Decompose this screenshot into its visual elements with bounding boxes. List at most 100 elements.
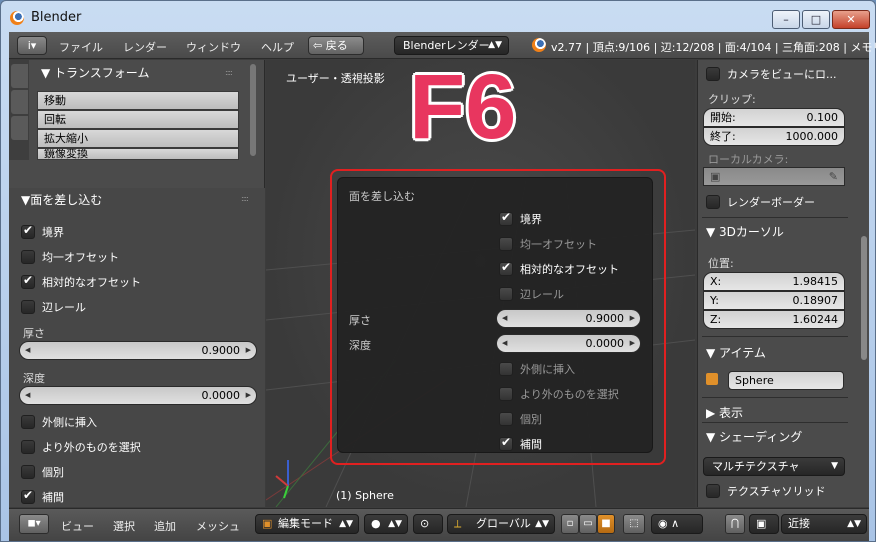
close-button[interactable]: ✕ [832,10,870,29]
maximize-button[interactable]: □ [802,10,830,29]
individual-checkbox[interactable]: 個別 [21,464,64,480]
render-border-checkbox[interactable]: レンダーボーダー [706,194,815,210]
updown-arrow-icon: ▲▼ [388,519,402,529]
lock-camera-checkbox[interactable]: カメラをビューにロ... [706,66,837,82]
minimize-button[interactable]: – [772,10,800,29]
menu-select[interactable]: 選択 [113,518,135,534]
drag-grip-icon[interactable]: :::: [241,194,249,203]
item-panel-header[interactable]: ▼ アイテム [706,344,766,361]
shading-mode-select[interactable]: マルチテクスチャ ▼ [703,457,845,476]
render-engine-select[interactable]: Blenderレンダー ▲▼ [394,36,509,55]
popup-even-offset-checkbox[interactable]: 均一オフセット [499,236,597,252]
menu-render[interactable]: レンダー [123,39,167,55]
render-engine-label: Blenderレンダー [403,39,490,52]
texture-solid-checkbox[interactable]: テクスチャソリッド [706,483,826,499]
transform-panel-header[interactable]: ▼ トランスフォーム [41,64,149,81]
outset-checkbox[interactable]: 外側に挿入 [21,414,97,430]
checkbox-label: 均一オフセット [42,251,119,264]
menu-help[interactable]: ヘルプ [261,39,294,55]
popup-individual-checkbox[interactable]: 個別 [499,411,542,427]
separator [702,422,848,423]
viewport-shading-select[interactable]: ● ▲▼ [364,514,408,534]
local-camera-field[interactable]: ▣ ✎ [703,167,845,186]
menu-add[interactable]: 追加 [154,518,176,534]
clip-start-field[interactable]: 開始: 0.100 [703,108,845,127]
even-offset-checkbox[interactable]: 均一オフセット [21,249,119,265]
popup-thickness-field[interactable]: 0.9000 [496,309,641,328]
shelf-tab-create[interactable] [11,90,28,114]
translate-button[interactable]: 移動 [37,91,239,110]
mirror-button[interactable]: 鏡像変換 [37,148,239,160]
checkbox-label: 個別 [42,466,64,479]
editor-type-button[interactable]: ◼▾ [19,514,49,534]
cursor-z-field[interactable]: Z: 1.60244 [703,310,845,329]
field-label: X: [710,275,722,288]
snap-target-select[interactable]: 近接 ▲▼ [781,514,867,534]
popup-depth-field[interactable]: 0.0000 [496,334,641,353]
operator-panel-header[interactable]: ▼面を差し込む [21,191,102,208]
menu-file[interactable]: ファイル [59,39,103,55]
back-button[interactable]: ⇦ 戻る [308,36,364,55]
cursor-x-field[interactable]: X: 1.98415 [703,272,845,291]
checkbox-icon [499,210,513,226]
select-outer-checkbox[interactable]: より外のものを選択 [21,439,141,455]
mode-select[interactable]: ▣ 編集モード ▲▼ [255,514,359,534]
edge-select-button[interactable]: ▭ [579,514,597,534]
3d-viewport[interactable]: ユーザー・透視投影 F6 面を差し込む 境界 均一オフセット 相対的なオフセット… [266,60,695,507]
thickness-field[interactable]: 0.9000 [19,341,257,360]
face-select-button[interactable]: ■ [597,514,615,534]
manipulator-icon: ⟂ [454,517,462,530]
field-value: 1000.000 [785,130,839,143]
popup-edge-rail-checkbox[interactable]: 辺レール [499,286,564,302]
rotate-button[interactable]: 回転 [37,110,239,129]
properties-region: カメラをビューにロ... クリップ: 開始: 0.100 終了: 1000.000 … [697,60,869,507]
field-label: Y: [710,294,719,307]
shelf-tab-tools[interactable] [11,64,28,88]
transform-orientation-select[interactable]: ⟂ グローバル ▲▼ [447,514,555,534]
checkbox-label: 外側に挿入 [42,416,97,429]
properties-scrollbar[interactable] [861,236,867,360]
field-value: 0.100 [806,111,839,124]
edge-rail-checkbox[interactable]: 辺レール [21,299,86,315]
popup-interpolate-checkbox[interactable]: 補間 [499,435,542,452]
proportional-edit-select[interactable]: ◉ ∧ [651,514,703,534]
shelf-tab-shading[interactable] [11,116,28,140]
cube-icon: ◼▾ [27,518,41,529]
snap-toggle-button[interactable]: ⋂ [725,514,745,534]
popup-relative-offset-checkbox[interactable]: 相対的なオフセット [499,260,619,277]
checkbox-icon [499,287,513,301]
operator-panel: ▼面を差し込む :::: 境界 均一オフセット 相対的なオフセット 辺レール 厚… [9,188,265,507]
boundary-checkbox[interactable]: 境界 [21,223,64,240]
shelf-scrollbar[interactable] [250,64,256,156]
drag-grip-icon[interactable]: :::: [225,68,233,77]
updown-arrow-icon: ▲▼ [535,519,549,529]
pivot-select[interactable]: ⊙ [413,514,443,534]
snap-element-select[interactable]: ▣ [749,514,779,534]
updown-arrow-icon: ▲▼ [847,519,861,529]
checkbox-label: 個別 [520,413,542,426]
popup-boundary-checkbox[interactable]: 境界 [499,210,542,227]
menu-window[interactable]: ウィンドウ [186,39,241,55]
relative-offset-checkbox[interactable]: 相対的なオフセット [21,273,141,290]
shading-panel-header[interactable]: ▼ シェーディング [706,428,802,445]
checkbox-icon [21,488,35,504]
display-panel-header[interactable]: ▶ 表示 [706,404,743,421]
menu-mesh[interactable]: メッシュ [196,518,240,534]
popup-outset-checkbox[interactable]: 外側に挿入 [499,361,575,377]
popup-select-outer-checkbox[interactable]: より外のものを選択 [499,386,619,402]
vertex-select-button[interactable]: ▫ [561,514,579,534]
editor-type-button[interactable]: i▾ [17,36,47,55]
menu-view[interactable]: ビュー [61,518,94,534]
checkbox-label: 境界 [520,213,542,226]
checkbox-label: 辺レール [42,301,86,314]
limit-selection-button[interactable]: ⬚ [623,514,645,534]
clip-end-field[interactable]: 終了: 1000.000 [703,127,845,146]
depth-field[interactable]: 0.0000 [19,386,257,405]
field-label: Z: [710,313,722,326]
cursor-y-field[interactable]: Y: 0.18907 [703,291,845,310]
select-label: 編集モード [278,517,333,530]
interpolate-checkbox[interactable]: 補間 [21,488,64,505]
item-name-field[interactable]: Sphere [728,371,844,390]
3d-cursor-panel-header[interactable]: ▼ 3Dカーソル [706,223,784,240]
scale-button[interactable]: 拡大縮小 [37,129,239,148]
